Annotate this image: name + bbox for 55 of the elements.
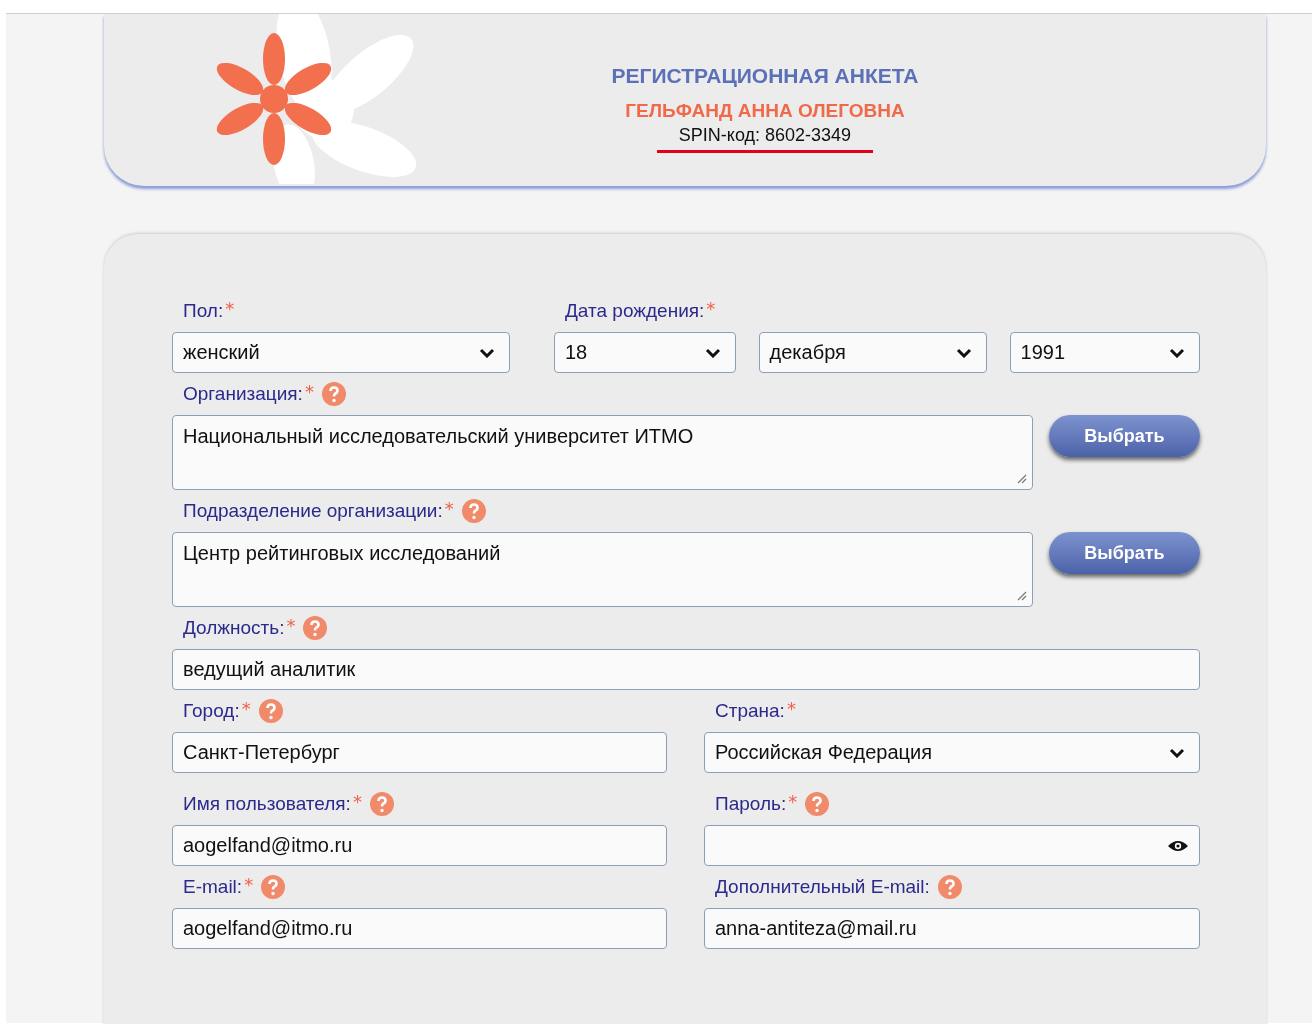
eye-icon[interactable] bbox=[1167, 838, 1189, 853]
input-field[interactable]: aogelfand@itmo.ru bbox=[172, 908, 667, 949]
input-field[interactable]: ведущий аналитик bbox=[172, 649, 1200, 690]
spin-code: SPIN-код: 8602-3349 bbox=[656, 124, 874, 153]
chevron-down-icon bbox=[1169, 747, 1185, 758]
field-label: Пол: bbox=[183, 300, 224, 322]
required-mark: * bbox=[352, 791, 362, 812]
dropdown[interactable]: декабря bbox=[758, 332, 987, 373]
chevron-down-icon bbox=[704, 347, 721, 358]
required-mark: * bbox=[444, 498, 454, 519]
required-mark: * bbox=[225, 298, 235, 319]
required-mark: * bbox=[788, 791, 798, 812]
dropdown[interactable]: 1991 bbox=[1009, 332, 1200, 373]
input-field[interactable]: Санкт-Петербург bbox=[172, 732, 667, 773]
help-icon[interactable] bbox=[805, 792, 830, 816]
resize-grip-icon[interactable] bbox=[1015, 472, 1027, 484]
required-mark: * bbox=[786, 698, 796, 719]
help-icon[interactable] bbox=[258, 699, 283, 723]
text-area[interactable]: Национальный исследовательский университет ИТМО bbox=[172, 415, 1033, 490]
field-label: Дополнительный E-mail: bbox=[715, 876, 930, 898]
input-field[interactable]: anna-antiteza@mail.ru bbox=[704, 908, 1200, 949]
field-label: Имя пользователя: bbox=[183, 793, 351, 815]
required-mark: * bbox=[286, 615, 296, 636]
help-icon[interactable] bbox=[321, 382, 346, 406]
field-label: Подразделение организации: bbox=[183, 500, 443, 522]
field-label: Страна: bbox=[715, 700, 785, 722]
required-mark: * bbox=[241, 698, 251, 719]
person-name: ГЕЛЬФАНД АННА ОЛЕГОВНА bbox=[625, 100, 905, 122]
required-mark: * bbox=[706, 298, 716, 319]
field-label: Пароль: bbox=[715, 793, 787, 815]
dropdown[interactable]: Российская Федерация bbox=[704, 732, 1200, 773]
select-button[interactable]: Выбрать bbox=[1049, 532, 1200, 574]
password-field[interactable] bbox=[704, 825, 1200, 866]
field-label: Дата рождения: bbox=[565, 300, 705, 322]
help-icon[interactable] bbox=[461, 499, 486, 523]
help-icon[interactable] bbox=[303, 616, 328, 640]
resize-grip-icon[interactable] bbox=[1015, 589, 1027, 601]
dropdown[interactable]: женский bbox=[172, 332, 510, 373]
chevron-down-icon bbox=[1169, 347, 1185, 358]
required-mark: * bbox=[244, 874, 254, 895]
dropdown[interactable]: 18 bbox=[554, 332, 736, 373]
chevron-down-icon bbox=[479, 347, 495, 358]
field-label: Организация: bbox=[183, 383, 303, 405]
help-icon[interactable] bbox=[937, 875, 962, 899]
text-area[interactable]: Центр рейтинговых исследований bbox=[172, 532, 1033, 607]
field-label: E-mail: bbox=[183, 876, 243, 898]
field-label: Должность: bbox=[183, 617, 285, 639]
form-title: РЕГИСТРАЦИОННАЯ АНКЕТА bbox=[611, 64, 919, 88]
help-icon[interactable] bbox=[369, 792, 394, 816]
field-label: Город: bbox=[183, 700, 240, 722]
required-mark: * bbox=[304, 381, 314, 402]
input-field[interactable]: aogelfand@itmo.ru bbox=[172, 825, 667, 866]
select-button[interactable]: Выбрать bbox=[1049, 415, 1200, 457]
help-icon[interactable] bbox=[261, 875, 286, 899]
chevron-down-icon bbox=[955, 347, 972, 358]
